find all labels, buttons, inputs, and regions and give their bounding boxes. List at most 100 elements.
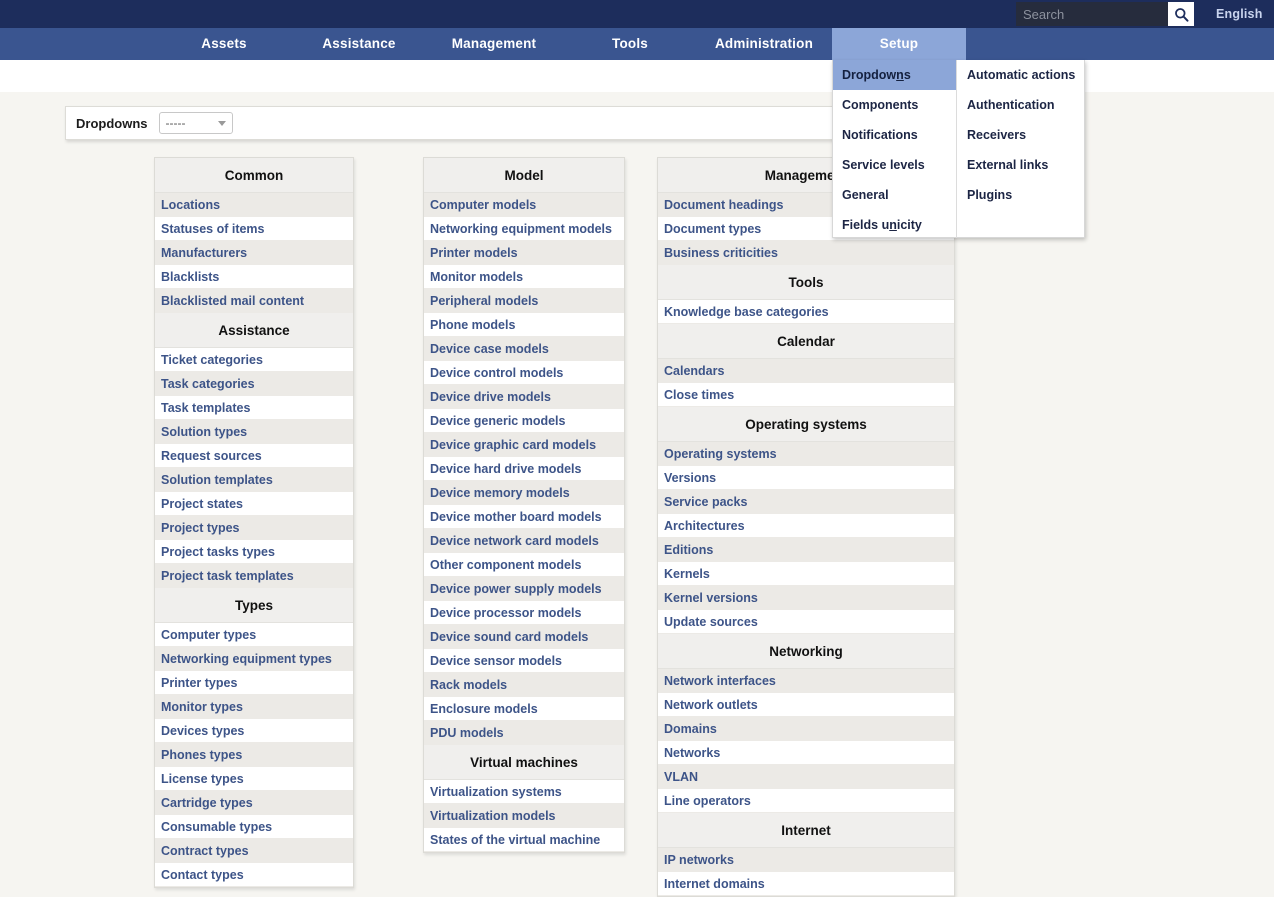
setup-menu-item-plugins[interactable]: Plugins: [958, 180, 1082, 210]
nav-item-management[interactable]: Management: [430, 28, 558, 60]
dropdown-link[interactable]: Knowledge base categories: [658, 300, 954, 324]
setup-menu-item-general[interactable]: General: [833, 180, 956, 210]
dropdown-link[interactable]: Device sound card models: [424, 625, 624, 649]
dropdown-link[interactable]: IP networks: [658, 848, 954, 872]
dropdown-link[interactable]: Device network card models: [424, 529, 624, 553]
nav-item-tools[interactable]: Tools: [570, 28, 690, 60]
dropdown-link[interactable]: Task templates: [155, 396, 353, 420]
dropdown-link[interactable]: Device graphic card models: [424, 433, 624, 457]
dropdown-link[interactable]: Blacklisted mail content: [155, 289, 353, 313]
dropdown-link[interactable]: License types: [155, 767, 353, 791]
dropdown-link[interactable]: Monitor types: [155, 695, 353, 719]
nav-item-assistance[interactable]: Assistance: [295, 28, 423, 60]
dropdown-link[interactable]: Device hard drive models: [424, 457, 624, 481]
setup-menu-item-receivers[interactable]: Receivers: [958, 120, 1082, 150]
dropdown-link[interactable]: Virtualization models: [424, 804, 624, 828]
dropdown-link[interactable]: Networking equipment types: [155, 647, 353, 671]
setup-menu-column-right: Automatic actions Authentication Receivers…: [958, 60, 1082, 238]
dropdown-link[interactable]: Cartridge types: [155, 791, 353, 815]
section-header: Assistance: [155, 313, 353, 348]
setup-menu-item-authentication[interactable]: Authentication: [958, 90, 1082, 120]
section-header: Types: [155, 588, 353, 623]
dropdown-link[interactable]: Internet domains: [658, 872, 954, 896]
dropdown-link[interactable]: Project task templates: [155, 564, 353, 588]
dropdown-link[interactable]: Device memory models: [424, 481, 624, 505]
dropdown-link[interactable]: Printer models: [424, 241, 624, 265]
dropdown-link[interactable]: Domains: [658, 717, 954, 741]
setup-menu-item-components[interactable]: Components: [833, 90, 956, 120]
nav-item-administration[interactable]: Administration: [694, 28, 834, 60]
dropdown-link[interactable]: Virtualization systems: [424, 780, 624, 804]
search-button[interactable]: [1168, 2, 1194, 26]
dropdown-link[interactable]: Rack models: [424, 673, 624, 697]
dropdown-link[interactable]: Request sources: [155, 444, 353, 468]
dropdown-link[interactable]: Solution types: [155, 420, 353, 444]
dropdown-link[interactable]: Device processor models: [424, 601, 624, 625]
dropdown-link[interactable]: Kernel versions: [658, 586, 954, 610]
setup-menu-item-notifications[interactable]: Notifications: [833, 120, 956, 150]
dropdown-link[interactable]: Device power supply models: [424, 577, 624, 601]
dropdown-column-management: Management Document headings Document type…: [657, 157, 955, 897]
dropdown-link[interactable]: States of the virtual machine: [424, 828, 624, 852]
section-header: Common: [155, 158, 353, 193]
dropdown-link[interactable]: Phone models: [424, 313, 624, 337]
dropdown-link[interactable]: Versions: [658, 466, 954, 490]
dropdown-link[interactable]: Contact types: [155, 863, 353, 887]
setup-menu-item-service-levels[interactable]: Service levels: [833, 150, 956, 180]
dropdown-link[interactable]: Business criticities: [658, 241, 954, 265]
dropdown-link[interactable]: Device drive models: [424, 385, 624, 409]
search-input[interactable]: [1016, 2, 1168, 26]
dropdown-link[interactable]: Monitor models: [424, 265, 624, 289]
dropdowns-select[interactable]: -----: [158, 112, 233, 134]
dropdown-link[interactable]: Ticket categories: [155, 348, 353, 372]
dropdown-link[interactable]: Close times: [658, 383, 954, 407]
dropdown-link[interactable]: Networks: [658, 741, 954, 765]
dropdown-link[interactable]: Update sources: [658, 610, 954, 634]
dropdown-link[interactable]: Computer models: [424, 193, 624, 217]
dropdown-link[interactable]: Project types: [155, 516, 353, 540]
dropdown-link[interactable]: Contract types: [155, 839, 353, 863]
dropdown-link[interactable]: Network interfaces: [658, 669, 954, 693]
dropdown-link[interactable]: Devices types: [155, 719, 353, 743]
dropdown-link[interactable]: Networking equipment models: [424, 217, 624, 241]
setup-menu-item-fields-unicity[interactable]: Fields unicity: [833, 210, 956, 240]
dropdown-link[interactable]: Printer types: [155, 671, 353, 695]
dropdown-link[interactable]: Network outlets: [658, 693, 954, 717]
dropdown-link[interactable]: Peripheral models: [424, 289, 624, 313]
dropdown-link[interactable]: Device case models: [424, 337, 624, 361]
dropdown-link[interactable]: PDU models: [424, 721, 624, 745]
dropdown-link[interactable]: Phones types: [155, 743, 353, 767]
dropdown-link[interactable]: Project states: [155, 492, 353, 516]
dropdown-link[interactable]: VLAN: [658, 765, 954, 789]
dropdown-link[interactable]: Service packs: [658, 490, 954, 514]
dropdown-link[interactable]: Architectures: [658, 514, 954, 538]
setup-menu-item-dropdowns[interactable]: Dropdowns: [833, 60, 956, 90]
dropdown-link[interactable]: Kernels: [658, 562, 954, 586]
dropdown-link[interactable]: Solution templates: [155, 468, 353, 492]
dropdown-link[interactable]: Computer types: [155, 623, 353, 647]
language-link[interactable]: English: [1216, 7, 1263, 21]
dropdown-link[interactable]: Device sensor models: [424, 649, 624, 673]
dropdown-link[interactable]: Manufacturers: [155, 241, 353, 265]
search-icon: [1174, 7, 1188, 22]
dropdown-link[interactable]: Editions: [658, 538, 954, 562]
dropdown-link[interactable]: Task categories: [155, 372, 353, 396]
setup-menu-item-external-links[interactable]: External links: [958, 150, 1082, 180]
dropdown-link[interactable]: Other component models: [424, 553, 624, 577]
dropdown-link[interactable]: Statuses of items: [155, 217, 353, 241]
dropdown-link[interactable]: Locations: [155, 193, 353, 217]
dropdown-link[interactable]: Line operators: [658, 789, 954, 813]
nav-item-assets[interactable]: Assets: [160, 28, 288, 60]
dropdown-link[interactable]: Device generic models: [424, 409, 624, 433]
dropdown-link[interactable]: Blacklists: [155, 265, 353, 289]
dropdown-link[interactable]: Device control models: [424, 361, 624, 385]
dropdown-link[interactable]: Operating systems: [658, 442, 954, 466]
dropdown-link[interactable]: Consumable types: [155, 815, 353, 839]
setup-menu-item-automatic-actions[interactable]: Automatic actions: [958, 60, 1082, 90]
setup-menu-column-left: Dropdowns Components Notifications Service …: [833, 60, 957, 238]
dropdown-link[interactable]: Enclosure models: [424, 697, 624, 721]
dropdown-link[interactable]: Project tasks types: [155, 540, 353, 564]
nav-item-setup[interactable]: Setup: [832, 28, 966, 60]
dropdown-link[interactable]: Device mother board models: [424, 505, 624, 529]
dropdown-link[interactable]: Calendars: [658, 359, 954, 383]
